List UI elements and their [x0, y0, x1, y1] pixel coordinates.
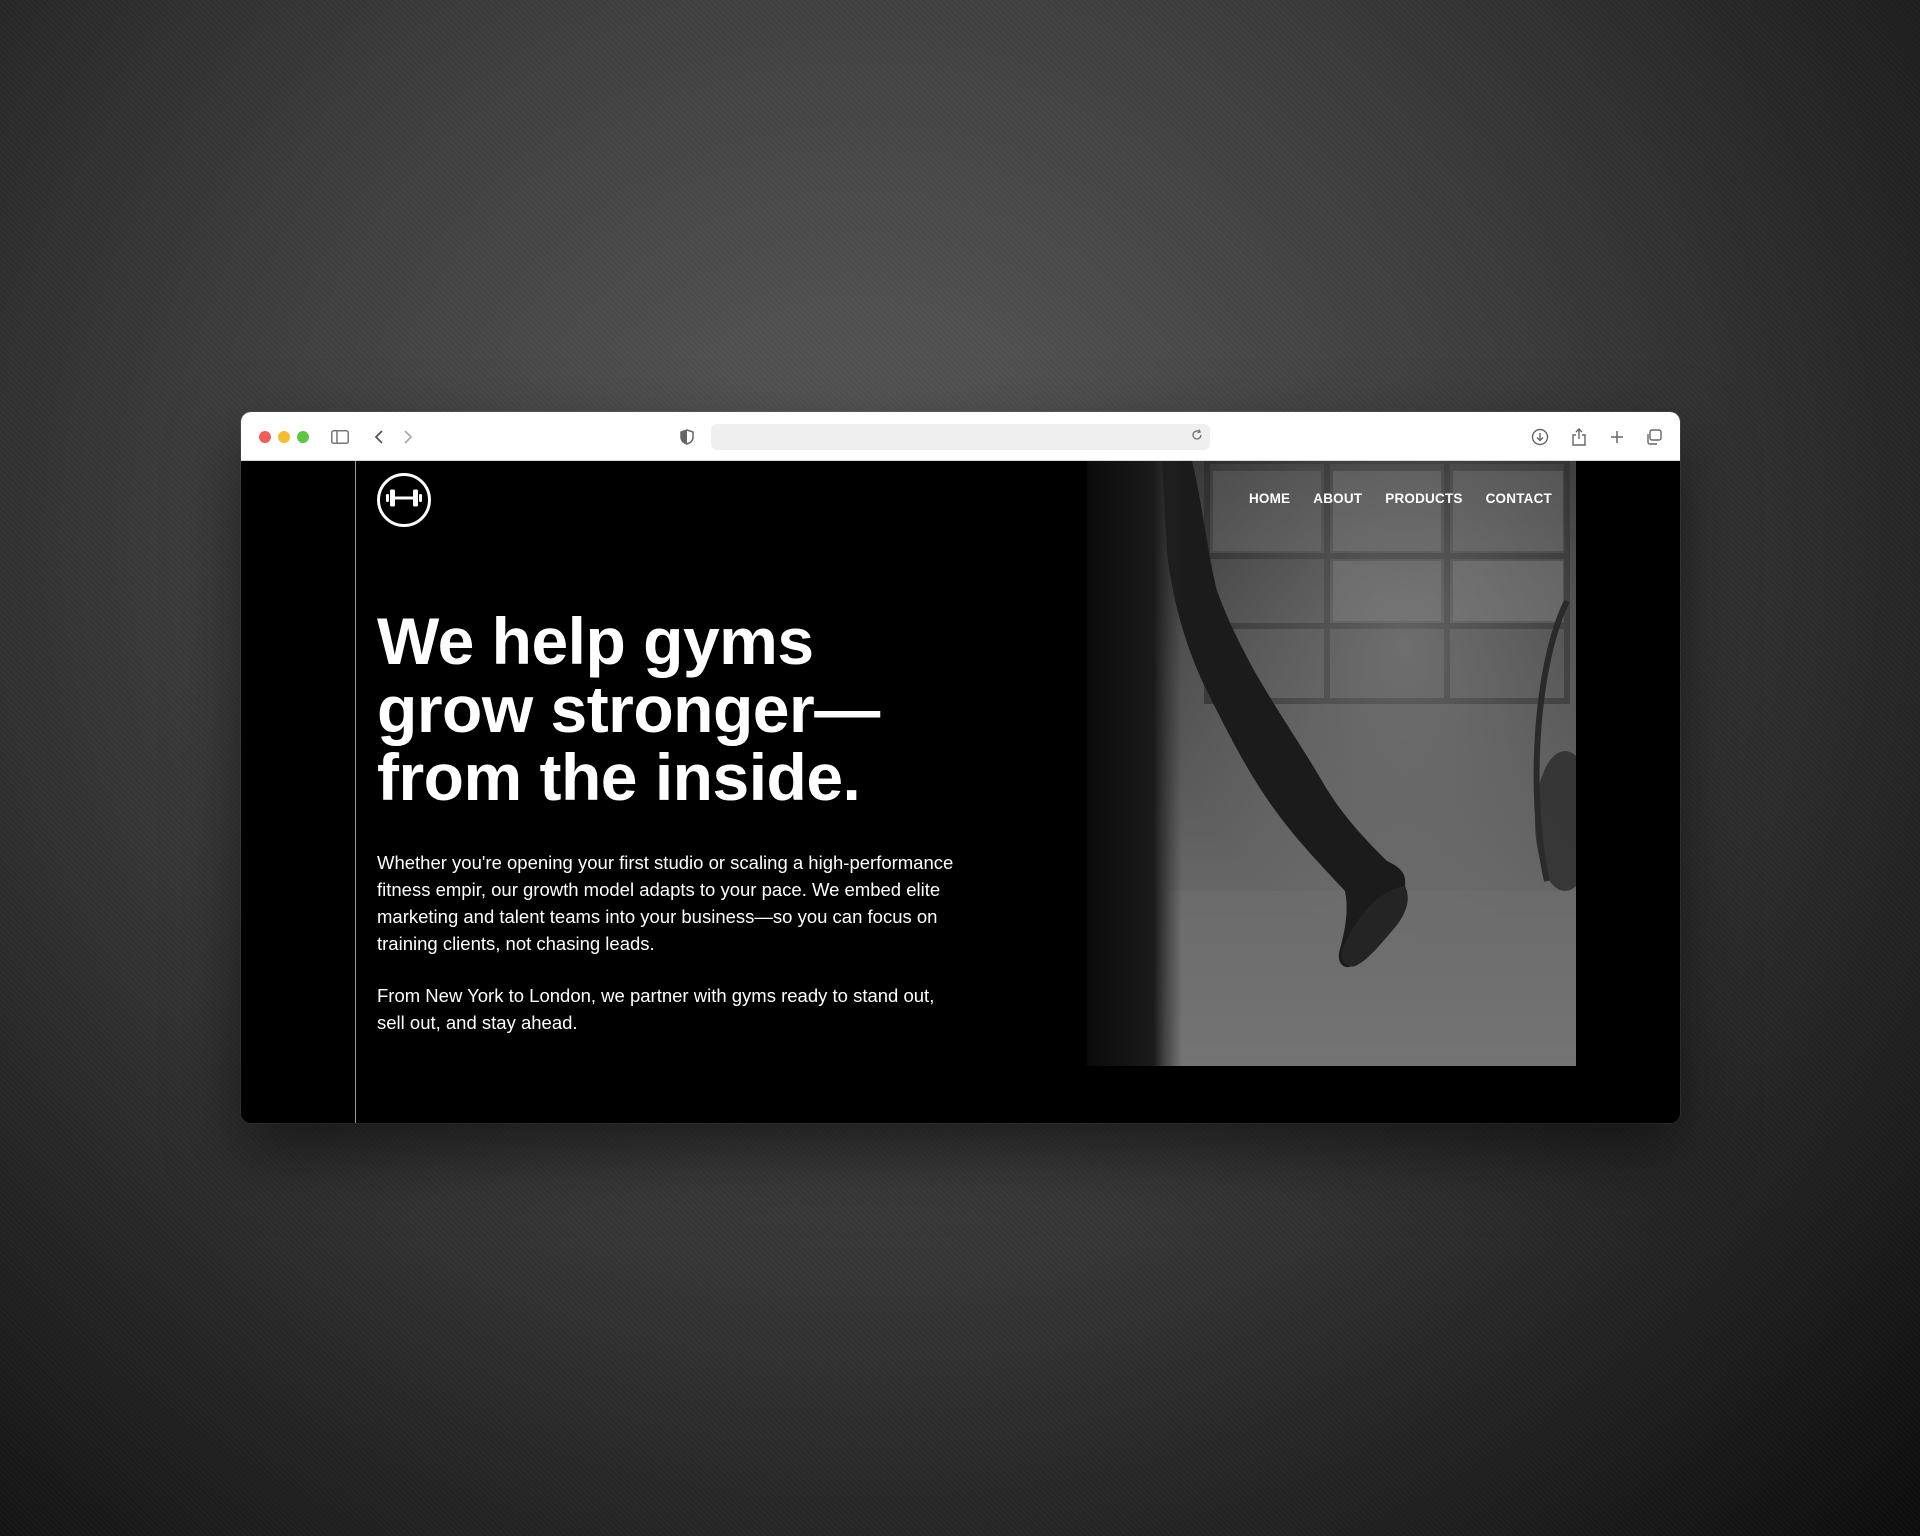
headline-line: We help gyms	[377, 604, 814, 678]
runner-silhouette-image	[1087, 461, 1576, 1066]
nav-products-link[interactable]: PRODUCTS	[1385, 491, 1462, 506]
dumbbell-icon	[385, 488, 423, 513]
new-tab-icon[interactable]	[1606, 426, 1628, 448]
nav-contact-link[interactable]: CONTACT	[1486, 491, 1552, 506]
reload-icon[interactable]	[1190, 428, 1204, 447]
logo[interactable]	[377, 473, 431, 527]
nav-about-link[interactable]: ABOUT	[1313, 491, 1362, 506]
hero-paragraph-intro: Whether you're opening your first studio…	[377, 852, 954, 954]
main-navigation: HOME ABOUT PRODUCTS CONTACT	[1249, 491, 1552, 506]
headline-line: from the inside.	[377, 740, 861, 814]
download-icon[interactable]	[1529, 426, 1551, 448]
minimize-window-button[interactable]	[278, 431, 290, 443]
hero-headline: We help gyms grow stronger— from the ins…	[377, 607, 1017, 811]
sidebar-icon[interactable]	[329, 426, 351, 448]
browser-toolbar	[241, 412, 1680, 461]
hero-paragraph-locations: From New York to London, we partner with…	[377, 985, 935, 1033]
website-page: We help gyms grow stronger— from the ins…	[241, 461, 1680, 1123]
forward-icon[interactable]	[397, 426, 419, 448]
nav-home-link[interactable]: HOME	[1249, 491, 1290, 506]
browser-window: We help gyms grow stronger— from the ins…	[241, 412, 1680, 1123]
zoom-window-button[interactable]	[297, 431, 309, 443]
tabs-overview-icon[interactable]	[1643, 426, 1665, 448]
shield-icon[interactable]	[676, 426, 698, 448]
headline-line: grow stronger—	[377, 672, 880, 746]
address-bar[interactable]	[711, 424, 1210, 450]
back-icon[interactable]	[368, 426, 390, 448]
close-window-button[interactable]	[259, 431, 271, 443]
share-icon[interactable]	[1568, 426, 1590, 448]
vertical-divider-line	[355, 461, 356, 1123]
hero-image: HOME ABOUT PRODUCTS CONTACT	[1087, 461, 1576, 1066]
